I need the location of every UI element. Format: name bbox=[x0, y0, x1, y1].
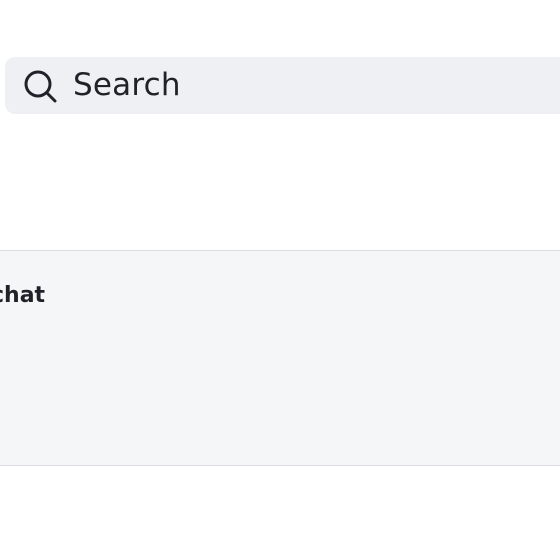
search-bar[interactable]: Search bbox=[5, 57, 560, 114]
search-input[interactable]: Search bbox=[73, 57, 181, 114]
chat-title: chat bbox=[0, 283, 46, 308]
chat-panel[interactable]: chat bbox=[0, 250, 560, 466]
search-icon bbox=[22, 68, 58, 104]
page: Search chat bbox=[0, 0, 560, 560]
